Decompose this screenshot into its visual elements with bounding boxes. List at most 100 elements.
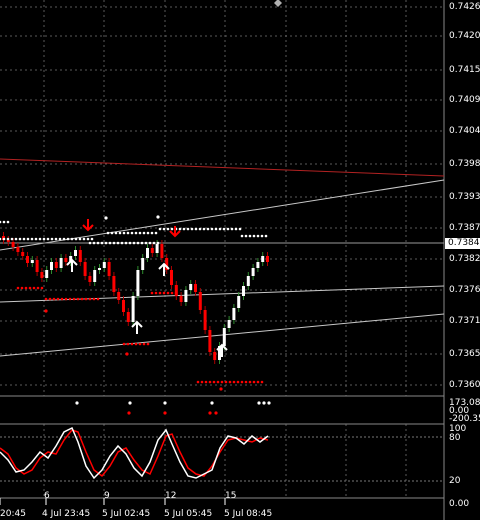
signal-dot (50, 237, 54, 241)
price-chart[interactable] (0, 0, 480, 520)
signal-dot (90, 237, 94, 241)
up-arrow-icon (66, 258, 78, 272)
candle (59, 258, 63, 268)
signal-dot (106, 231, 110, 235)
indicator-1-markers (75, 401, 271, 415)
signal-dot (116, 241, 120, 245)
signal-dot (196, 380, 200, 384)
signal-dot (162, 291, 166, 295)
candle (261, 256, 265, 262)
resistance-line[interactable] (0, 158, 445, 177)
signal-dot (92, 241, 96, 245)
signal-dot (2, 237, 6, 241)
time-label: 5 Jul 02:45 (102, 509, 151, 519)
current-price-badge: 0.73845 (445, 238, 480, 249)
signal-dot (24, 286, 28, 290)
candle (93, 270, 97, 282)
candle (45, 270, 49, 278)
price-label: 0.74150 (449, 65, 480, 75)
signal-dot (256, 380, 260, 384)
candle (184, 290, 188, 302)
sub-time-mark: 12 (165, 491, 177, 501)
signal-dot (54, 237, 58, 241)
signal-dot (166, 227, 170, 231)
candle (11, 242, 15, 247)
signal-dot (142, 231, 146, 235)
signal-dot (122, 342, 126, 346)
signal-dot (92, 297, 96, 301)
signal-dot (230, 227, 234, 231)
candle (40, 272, 44, 278)
candle (246, 276, 250, 286)
candle (21, 252, 25, 256)
signal-dot (204, 380, 208, 384)
candle (160, 244, 164, 258)
price-label: 0.74260 (449, 2, 480, 12)
signal-dot (22, 237, 26, 241)
candle (78, 250, 82, 262)
candle (102, 262, 106, 268)
chart-grid (0, 0, 444, 498)
signal-dot (96, 297, 100, 301)
price-label: 0.73710 (449, 316, 480, 326)
signal-dot (252, 234, 256, 238)
stochastic-levels (0, 436, 444, 482)
signal-dot (26, 237, 30, 241)
signal-dot (218, 227, 222, 231)
time-label: 5 Jul 08:45 (224, 509, 273, 519)
signal-dot (96, 241, 100, 245)
signal-dot (114, 231, 118, 235)
candle (232, 308, 236, 320)
signal-dot (10, 237, 14, 241)
signal-dot (170, 291, 174, 295)
signal-dot (104, 216, 108, 220)
signal-dot (130, 342, 134, 346)
signal-dot (162, 227, 166, 231)
price-label: 0.73765 (449, 285, 480, 295)
signal-dot (62, 237, 66, 241)
candle (237, 296, 241, 308)
signal-dot (240, 380, 244, 384)
candle (222, 328, 226, 346)
signal-dot (2, 220, 6, 224)
signal-dot (178, 227, 182, 231)
signal-dot (156, 215, 160, 219)
signal-dot (14, 237, 18, 241)
diamond-icon[interactable] (274, 0, 282, 7)
candle (117, 292, 121, 300)
candle (54, 262, 58, 268)
upper-trend-line[interactable] (0, 179, 445, 251)
signal-dot (122, 231, 126, 235)
indicator-1-label: -200.3555 (449, 414, 480, 424)
signal-dot (260, 380, 264, 384)
candle (30, 260, 34, 263)
signal-dot (226, 227, 230, 231)
signal-dot (58, 237, 62, 241)
signal-dot (44, 297, 48, 301)
price-label: 0.73655 (449, 349, 480, 359)
candle (131, 296, 135, 322)
price-label: 0.74205 (449, 31, 480, 41)
candle (179, 296, 183, 302)
signal-dot (148, 241, 152, 245)
candle (26, 256, 29, 263)
signal-dot (120, 241, 124, 245)
candle (136, 270, 140, 296)
candle (6, 240, 10, 242)
signal-dot (220, 380, 224, 384)
signal-dot (0, 237, 2, 241)
signal-dot (138, 342, 142, 346)
stochastic-main-line (0, 426, 269, 480)
candle (251, 268, 255, 276)
signal-dot (118, 231, 122, 235)
signal-dot (142, 342, 146, 346)
signal-dot (150, 291, 154, 295)
candle (112, 276, 116, 292)
signal-dot (244, 380, 248, 384)
signal-dot (214, 227, 218, 231)
signal-dot (140, 241, 144, 245)
signal-dot (52, 297, 56, 301)
sub-time-mark: 9 (104, 491, 110, 501)
signal-dot (248, 234, 252, 238)
stochastic-label: 80 (449, 433, 461, 443)
